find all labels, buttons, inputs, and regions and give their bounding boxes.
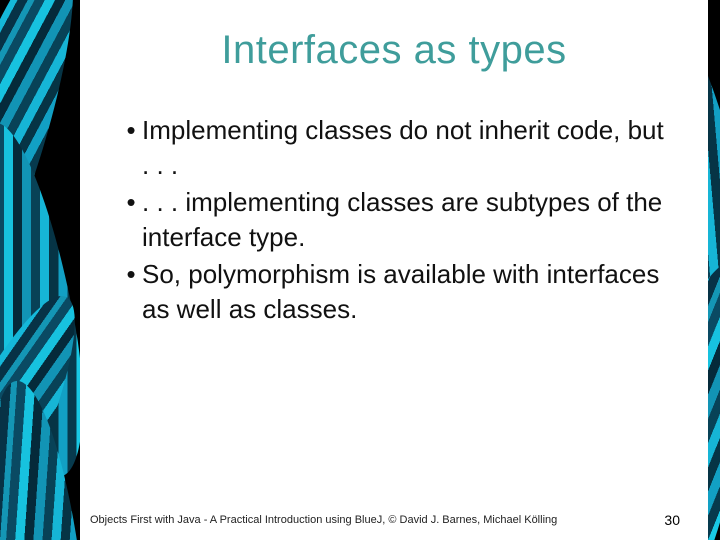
bullet-text: So, polymorphism is available with inter… <box>142 257 668 327</box>
footer-text: Objects First with Java - A Practical In… <box>90 514 557 526</box>
page-number: 30 <box>664 512 680 528</box>
slide-content: Interfaces as types • Implementing class… <box>80 0 708 540</box>
bullet-item: • . . . implementing classes are subtype… <box>120 185 668 255</box>
bullet-text: . . . implementing classes are subtypes … <box>142 185 668 255</box>
bullet-text: Implementing classes do not inherit code… <box>142 113 668 183</box>
decorative-left-border <box>0 0 80 540</box>
bullet-list: • Implementing classes do not inherit co… <box>120 113 668 328</box>
slide-title: Interfaces as types <box>80 28 708 73</box>
bullet-dot-icon: • <box>120 185 142 220</box>
bullet-item: • Implementing classes do not inherit co… <box>120 113 668 183</box>
bullet-dot-icon: • <box>120 257 142 292</box>
slide: Interfaces as types • Implementing class… <box>0 0 720 540</box>
bullet-dot-icon: • <box>120 113 142 148</box>
decorative-right-border <box>708 0 720 540</box>
bullet-item: • So, polymorphism is available with int… <box>120 257 668 327</box>
